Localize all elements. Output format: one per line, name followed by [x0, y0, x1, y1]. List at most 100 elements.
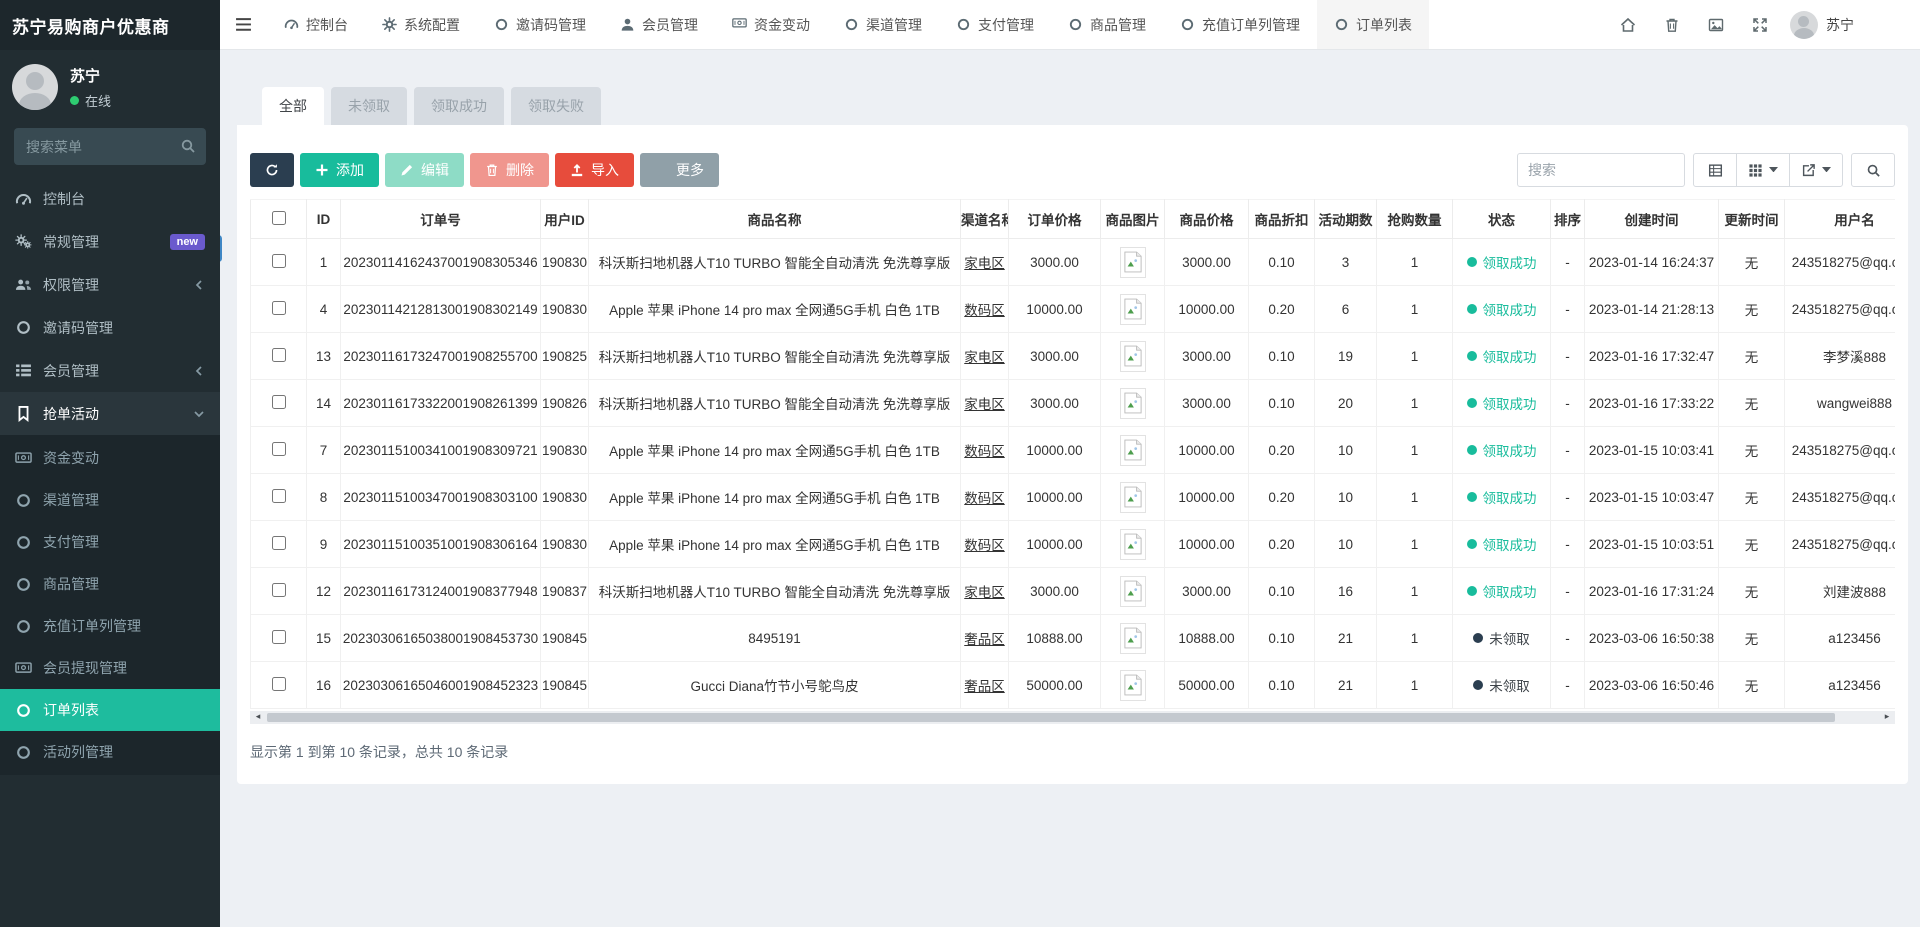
circle-icon: [15, 492, 32, 508]
row-checkbox[interactable]: [272, 677, 286, 691]
channel-link[interactable]: 家电区: [964, 350, 1005, 365]
import-button[interactable]: 导入: [555, 153, 634, 187]
cell-product-price: 3000.00: [1165, 333, 1249, 380]
channel-link[interactable]: 家电区: [964, 585, 1005, 600]
channel-link[interactable]: 数码区: [964, 491, 1005, 506]
navbar-tab-7[interactable]: 商品管理: [1051, 0, 1163, 49]
row-checkbox[interactable]: [272, 536, 286, 550]
navbar-user-name[interactable]: 苏宁: [1826, 15, 1854, 35]
cell-updated-time: 无: [1719, 427, 1785, 474]
scroll-left-arrow-icon[interactable]: ◂: [250, 711, 266, 724]
table-row-9: 1620230306165046001908452323190845Gucci …: [251, 662, 1896, 709]
sidebar-item-5[interactable]: 抢单活动: [0, 392, 220, 435]
refresh-button[interactable]: [250, 153, 294, 187]
broken-image-icon: [1124, 580, 1142, 602]
channel-link[interactable]: 家电区: [964, 256, 1005, 271]
sidebar-subitem-7[interactable]: 活动列管理: [0, 731, 220, 773]
navbar-avatar[interactable]: [1790, 11, 1818, 39]
row-checkbox[interactable]: [272, 395, 286, 409]
channel-link[interactable]: 奢品区: [964, 632, 1005, 647]
cell-sort: -: [1551, 615, 1585, 662]
search-button[interactable]: [1851, 153, 1895, 187]
channel-link[interactable]: 数码区: [964, 303, 1005, 318]
sidebar-subitem-1[interactable]: 渠道管理: [0, 479, 220, 521]
view-button-group: [1693, 153, 1843, 187]
scrollbar-thumb[interactable]: [267, 713, 1835, 722]
scroll-right-arrow-icon[interactable]: ▸: [1879, 711, 1895, 724]
add-button[interactable]: 添加: [300, 153, 379, 187]
sidebar-item-2[interactable]: 权限管理: [0, 263, 220, 306]
cell-updated-time: 无: [1719, 239, 1785, 286]
navbar-tab-label: 充值订单列管理: [1202, 15, 1300, 35]
sidebar-item-0[interactable]: 控制台: [0, 177, 220, 220]
grid-icon: [1748, 163, 1763, 178]
navbar-tab-5[interactable]: 渠道管理: [827, 0, 939, 49]
trash-button[interactable]: [1650, 0, 1694, 49]
channel-link[interactable]: 数码区: [964, 444, 1005, 459]
cell-product-name: 科沃斯扫地机器人T10 TURBO 智能全自动清洗 免洗尊享版: [589, 239, 961, 286]
navbar-tab-6[interactable]: 支付管理: [939, 0, 1051, 49]
sidebar-subitem-3[interactable]: 商品管理: [0, 563, 220, 605]
column-header-9: 活动期数: [1315, 200, 1377, 239]
channel-link[interactable]: 数码区: [964, 538, 1005, 553]
row-checkbox[interactable]: [272, 301, 286, 315]
trash-icon: [485, 163, 499, 177]
cell-product-price: 3000.00: [1165, 239, 1249, 286]
row-checkbox[interactable]: [272, 489, 286, 503]
settings-button[interactable]: [1864, 0, 1908, 49]
sidebar-item-3[interactable]: 邀请码管理: [0, 306, 220, 349]
broken-image-icon: [1124, 627, 1142, 649]
cell-product-name: 科沃斯扫地机器人T10 TURBO 智能全自动清洗 免洗尊享版: [589, 333, 961, 380]
sidebar-item-1[interactable]: 常规管理new: [0, 220, 220, 263]
delete-button[interactable]: 删除: [470, 153, 549, 187]
row-checkbox[interactable]: [272, 348, 286, 362]
navbar-tab-3[interactable]: 会员管理: [603, 0, 715, 49]
navbar-tab-2[interactable]: 邀请码管理: [477, 0, 603, 49]
channel-link[interactable]: 家电区: [964, 397, 1005, 412]
online-dot-icon: [70, 96, 79, 105]
cell-qty: 1: [1377, 286, 1453, 333]
detail-view-button[interactable]: [1693, 153, 1737, 187]
row-checkbox[interactable]: [272, 630, 286, 644]
navbar-tab-0[interactable]: 控制台: [267, 0, 365, 49]
home-button[interactable]: [1606, 0, 1650, 49]
export-button[interactable]: [1789, 153, 1843, 187]
row-checkbox[interactable]: [272, 583, 286, 597]
cell-user-id: 190826: [541, 380, 589, 427]
cell-qty: 1: [1377, 380, 1453, 427]
cell-order-no: 20230115100351001908306164: [341, 521, 541, 568]
columns-button[interactable]: [1736, 153, 1790, 187]
sidebar-search-input[interactable]: [14, 128, 206, 165]
table-search-input[interactable]: [1517, 153, 1685, 187]
filter-tab-1[interactable]: 未领取: [331, 87, 407, 125]
row-checkbox[interactable]: [272, 442, 286, 456]
image-button[interactable]: [1694, 0, 1738, 49]
channel-link[interactable]: 奢品区: [964, 679, 1005, 694]
more-button[interactable]: 更多: [640, 153, 719, 187]
sidebar-subitem-0[interactable]: 资金变动: [0, 437, 220, 479]
filter-tab-3[interactable]: 领取失败: [511, 87, 601, 125]
navbar-tab-4[interactable]: 资金变动: [715, 0, 827, 49]
sidebar-subitem-5[interactable]: 会员提现管理: [0, 647, 220, 689]
user-panel: 苏宁 在线: [0, 50, 220, 120]
select-all-checkbox[interactable]: [272, 211, 286, 225]
sidebar-item-4[interactable]: 会员管理: [0, 349, 220, 392]
filter-tab-2[interactable]: 领取成功: [414, 87, 504, 125]
row-checkbox[interactable]: [272, 254, 286, 268]
sidebar-subitem-6[interactable]: 订单列表: [0, 689, 220, 731]
edit-button[interactable]: 编辑: [385, 153, 464, 187]
sidebar-subitem-2[interactable]: 支付管理: [0, 521, 220, 563]
filter-tab-0[interactable]: 全部: [262, 87, 324, 125]
column-header-5: 订单价格: [1009, 200, 1101, 239]
fullscreen-button[interactable]: [1738, 0, 1782, 49]
horizontal-scrollbar[interactable]: ◂ ▸: [250, 711, 1895, 724]
sidebar-toggle-button[interactable]: [220, 0, 267, 49]
navbar-tab-9[interactable]: 订单列表: [1317, 0, 1429, 49]
navbar-tab-8[interactable]: 充值订单列管理: [1163, 0, 1317, 49]
sidebar-subitem-4[interactable]: 充值订单列管理: [0, 605, 220, 647]
cell-discount: 0.20: [1249, 474, 1315, 521]
broken-image-icon: [1124, 345, 1142, 367]
cell-updated-time: 无: [1719, 380, 1785, 427]
navbar-tab-1[interactable]: 系统配置: [365, 0, 477, 49]
cell-username: a123456: [1785, 615, 1896, 662]
